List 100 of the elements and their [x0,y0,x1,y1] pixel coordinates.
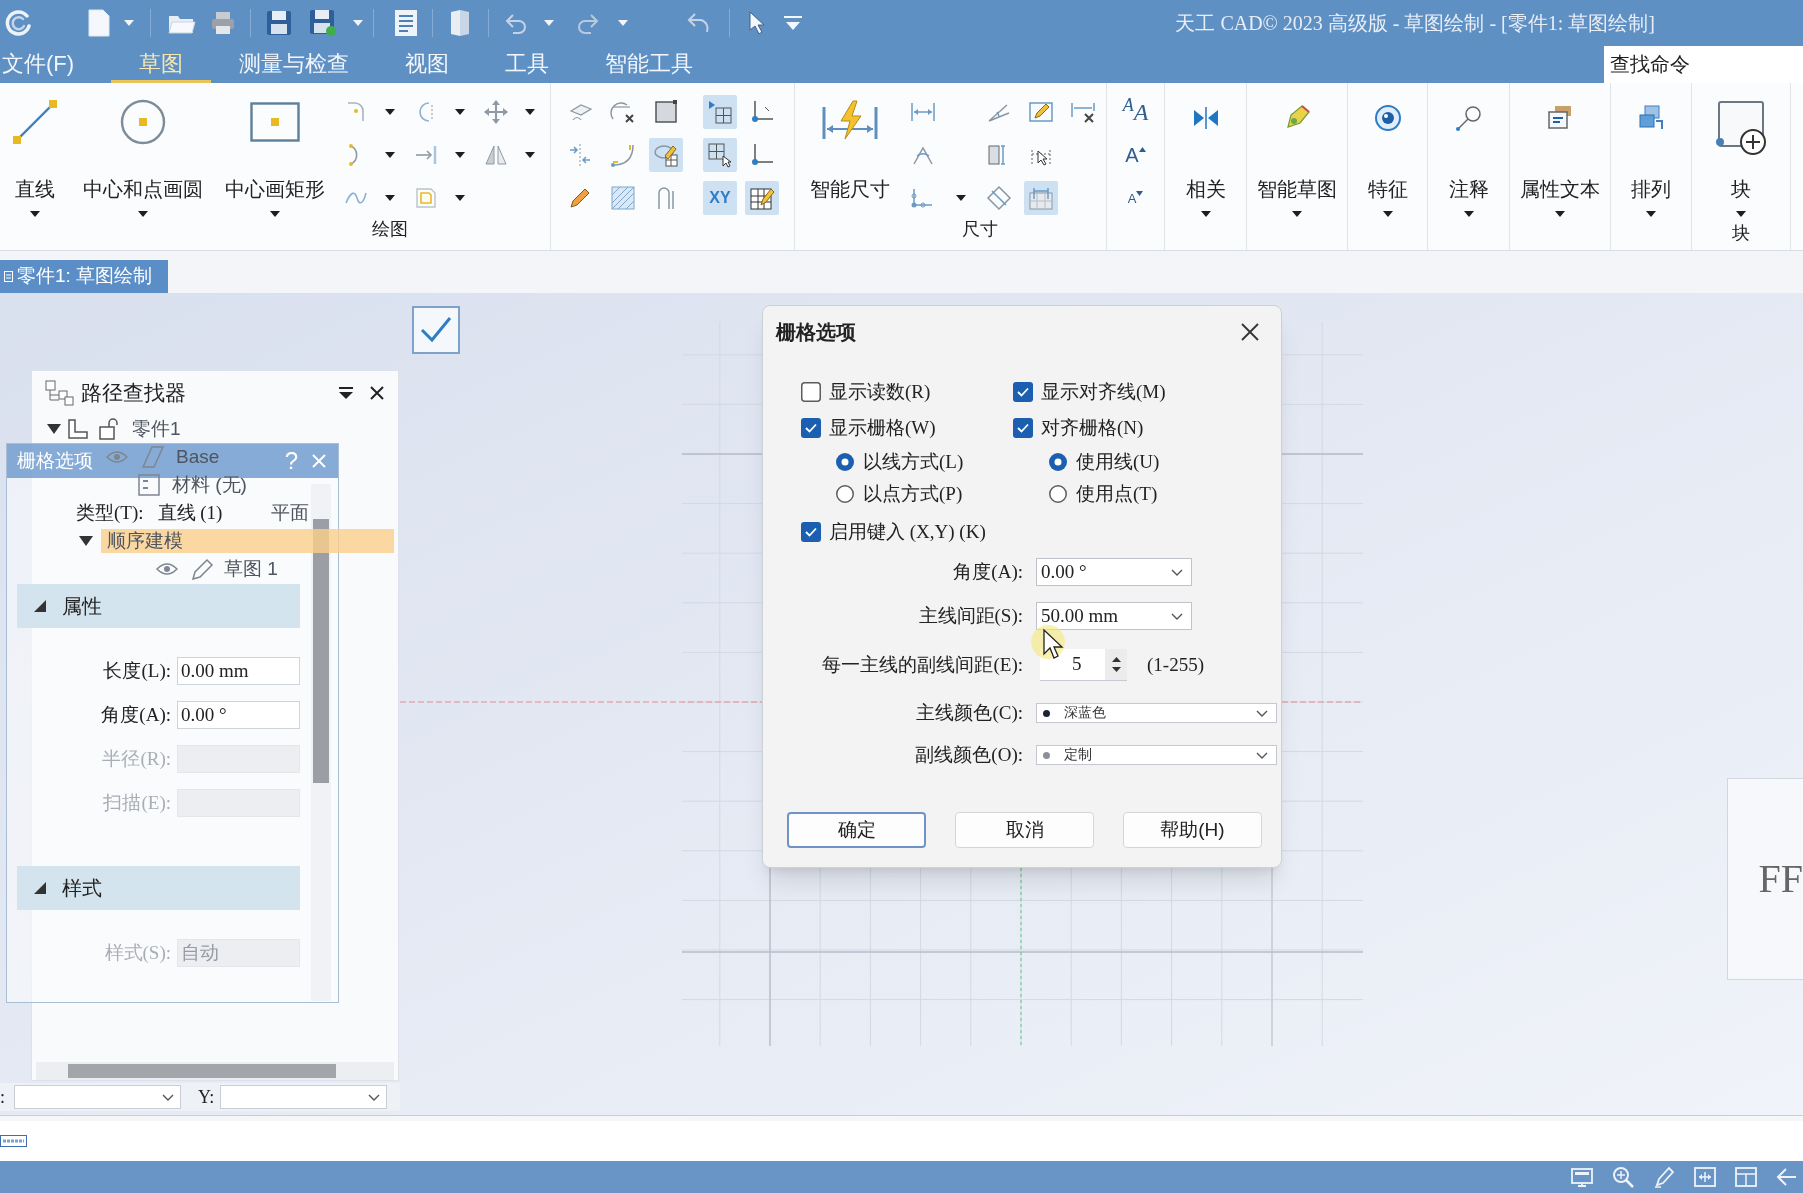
printer-icon[interactable] [210,10,236,36]
text-field[interactable]: 0.00 mm [177,657,300,685]
scrollbar[interactable] [36,1062,394,1080]
field-label: 类型(T): [76,500,144,525]
block-button[interactable]: 块 [1715,83,1767,217]
new-document-icon[interactable] [88,9,110,37]
chevron-down-icon[interactable] [1171,568,1183,576]
caret-icon[interactable] [455,151,465,158]
document-icon[interactable] [394,9,418,37]
spinner-field[interactable]: 5 [1040,649,1127,681]
grid-pencil-icon[interactable] [745,181,779,215]
eye-icon[interactable] [156,562,178,576]
command-button[interactable]: 属性文本 [1520,83,1600,250]
checkbox[interactable] [1013,382,1033,402]
tree-toggle-icon[interactable] [46,423,62,435]
scrollbar-thumb[interactable] [68,1064,336,1078]
dialog-button[interactable]: 取消 [955,812,1094,848]
checkbox[interactable] [801,522,821,542]
caret-icon[interactable] [1646,211,1656,217]
tree-toggle-icon[interactable] [78,535,94,547]
color-dropdown[interactable]: 深蓝色 [1036,703,1277,723]
command-button[interactable]: 特征 [1367,83,1408,250]
ellipse-pencil-icon[interactable] [649,138,683,172]
caret-icon[interactable] [1736,211,1746,217]
tree-item-label[interactable]: 平面 [271,501,309,525]
grid-pointer-icon[interactable] [703,138,737,172]
app-logo-icon[interactable] [4,9,32,37]
circle-tool-button[interactable]: 中心和点画圆 [70,83,215,217]
caret-icon[interactable] [455,108,465,115]
caret-icon[interactable] [30,211,40,217]
checkbox[interactable] [801,382,821,402]
caret-icon[interactable] [270,211,280,217]
down-arrow-icon[interactable] [1111,667,1121,672]
close-icon[interactable] [370,386,384,400]
caret-icon[interactable] [385,151,395,158]
scrollbar[interactable] [311,484,331,1001]
checkbox[interactable] [1013,418,1033,438]
move-icon[interactable] [483,98,509,125]
save-as-icon[interactable] [309,9,337,37]
dialog-button[interactable]: 确定 [787,812,926,848]
text-size-button[interactable]: A [1125,138,1146,172]
chevron-down-icon[interactable] [1256,751,1268,759]
chevron-down-icon[interactable] [1171,612,1183,620]
chevron-down-icon[interactable] [1256,709,1268,717]
text-size-button[interactable]: A [1127,181,1144,215]
caret-icon[interactable] [385,194,395,201]
section-toggle-icon[interactable] [34,600,46,612]
caret-icon[interactable] [455,194,465,201]
color-dropdown[interactable]: 定制 [1036,745,1277,765]
chevron-down-icon[interactable] [162,1093,174,1101]
menu-caret-icon[interactable] [338,386,354,400]
chevron-down-icon[interactable] [368,1093,381,1101]
book-icon[interactable] [448,9,472,37]
command-button[interactable]: 相关 [1185,83,1226,250]
dropdown-menu-icon[interactable] [783,15,803,31]
checkbox[interactable] [801,418,821,438]
caret-icon[interactable] [1292,211,1302,217]
search-field[interactable]: 查找命令 [1604,46,1803,83]
tree-item-label[interactable]: 零件1 [132,417,181,441]
panel-title: 栅格选项 [17,448,93,473]
fit-view-icon[interactable] [1693,1165,1717,1189]
text-field[interactable]: 0.00 ° [177,701,300,729]
line-tool-button[interactable]: 直线 [0,83,70,217]
rectangle-tool-button[interactable]: 中心画矩形 [215,83,335,217]
dialog-button[interactable]: 帮助(H) [1123,812,1262,848]
dropdown-field[interactable]: 0.00 ° [1036,558,1192,586]
caret-icon[interactable] [525,151,535,158]
magnifier-icon[interactable] [1611,1165,1635,1189]
up-arrow-icon[interactable] [1111,657,1121,662]
caret-icon[interactable] [956,195,966,201]
caret-icon[interactable] [1382,211,1393,217]
tree-item-label[interactable]: 草图 1 [224,557,278,581]
smart-dimension-button[interactable]: 智能尺寸 [805,83,895,217]
pen-icon[interactable] [1652,1165,1676,1189]
checkbox-tick-icon[interactable] [412,306,460,354]
caret-icon[interactable] [1555,211,1565,217]
command-button[interactable]: 智能草图 [1257,83,1337,250]
section-header[interactable]: 样式 [17,866,300,910]
section-header[interactable]: 属性 [17,584,300,628]
save-icon[interactable] [266,10,292,36]
radio-button[interactable] [1049,453,1067,471]
dropdown-field[interactable]: 50.00 mm [1036,602,1192,630]
caret-icon[interactable] [1463,211,1474,217]
radio-button[interactable] [1049,485,1067,503]
text-size-button[interactable]: $^{A}$A [1122,95,1149,129]
caret-icon[interactable] [385,108,395,115]
tree-item-label[interactable]: 材料 (无) [172,473,247,497]
layout-icon[interactable] [1734,1165,1758,1189]
monitor-icon[interactable] [1570,1165,1594,1189]
close-icon[interactable] [1241,323,1259,341]
scrollbar-thumb[interactable] [313,519,329,783]
caret-icon[interactable] [137,211,148,217]
radio-button[interactable] [836,453,854,471]
caret-icon[interactable] [1200,211,1211,217]
command-button[interactable]: 注释 [1448,83,1489,250]
radio-button[interactable] [836,485,854,503]
tree-item-label[interactable]: 顺序建模 [101,529,394,553]
command-button[interactable]: 排列 [1631,83,1671,250]
section-toggle-icon[interactable] [34,882,46,894]
caret-icon[interactable] [525,108,535,115]
